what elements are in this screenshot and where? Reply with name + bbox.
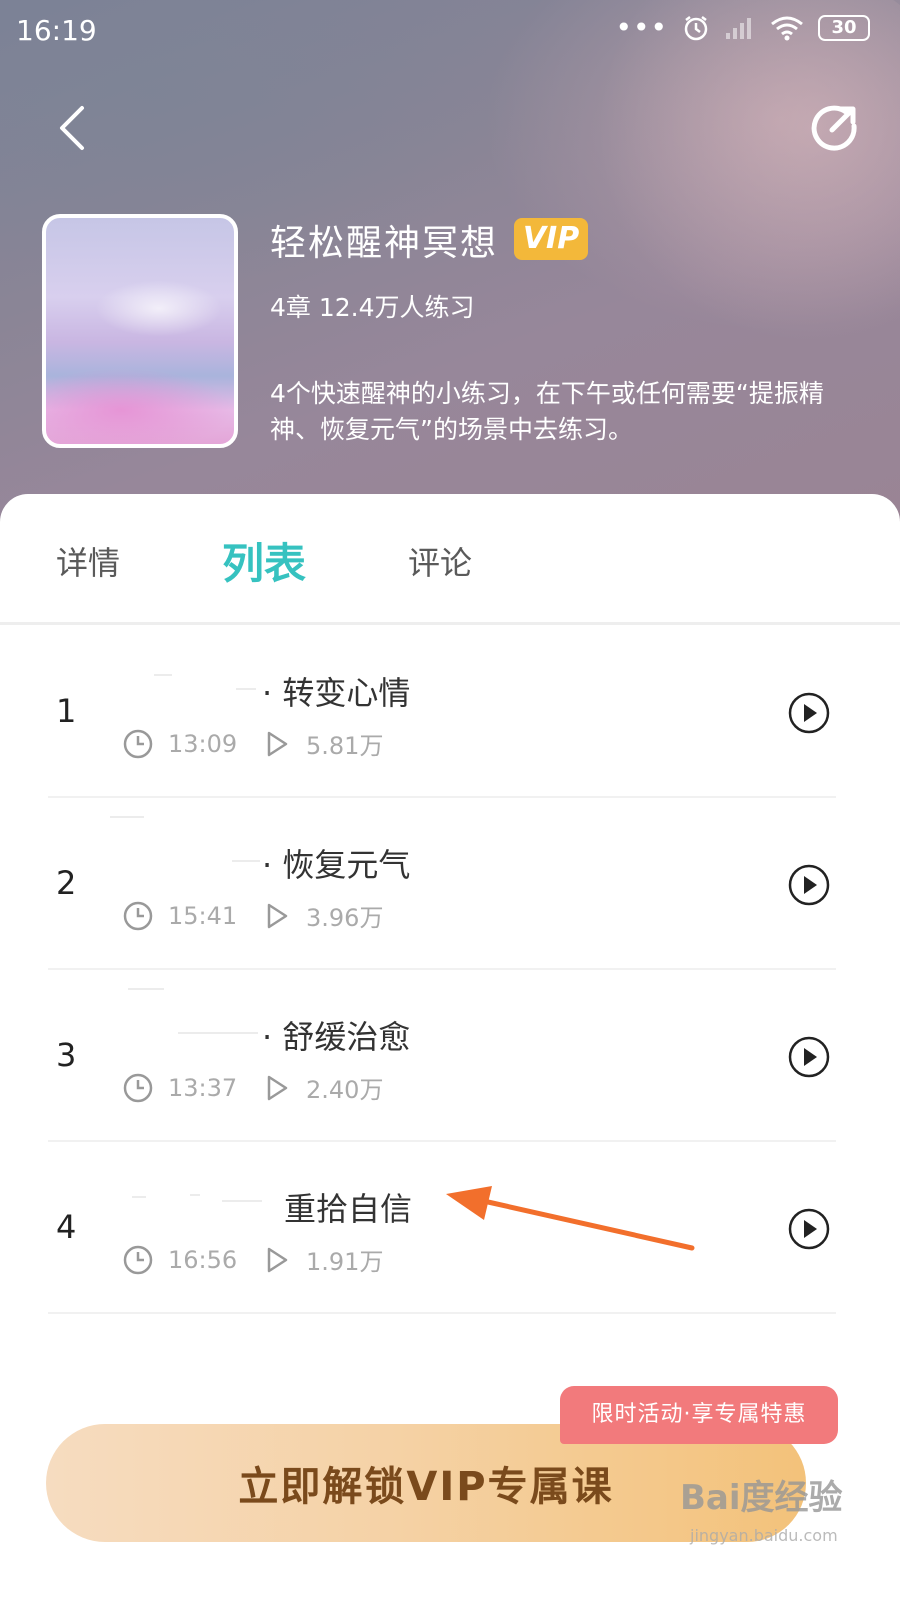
watermark-logo: Bai度经验	[680, 1478, 843, 1518]
blurred-title-fragment	[110, 816, 144, 818]
lesson-meta: 13:09 5.81万	[122, 726, 383, 761]
course-meta: 4章 12.4万人练习	[270, 293, 475, 322]
lesson-plays: 2.40万	[306, 1076, 384, 1104]
lesson-number: 1	[56, 692, 77, 730]
play-button-icon[interactable]	[788, 1208, 830, 1250]
lesson-plays: 1.91万	[306, 1248, 384, 1276]
promo-tag: 限时活动·享专属特惠	[560, 1386, 838, 1444]
play-button-icon[interactable]	[788, 692, 830, 734]
tab-comments[interactable]: 评论	[408, 538, 472, 584]
blurred-title-fragment	[236, 688, 256, 690]
lesson-number: 2	[56, 864, 77, 902]
back-button[interactable]	[46, 100, 106, 160]
more-dots-icon: •••	[615, 11, 668, 44]
lesson-meta: 13:37 2.40万	[122, 1070, 383, 1105]
watermark-url: jingyan.baidu.com	[690, 1526, 838, 1545]
wifi-icon	[771, 16, 803, 41]
tab-list[interactable]: 列表	[222, 530, 306, 591]
lesson-number: 3	[56, 1036, 77, 1074]
lesson-duration: 13:37	[168, 1073, 238, 1102]
lesson-plays: 3.96万	[306, 904, 384, 932]
play-count-icon	[267, 903, 288, 928]
alarm-icon	[684, 16, 708, 41]
clock-icon	[123, 1245, 153, 1274]
lesson-number: 4	[56, 1208, 77, 1246]
status-icons: ••• 30	[615, 14, 870, 42]
signal-icon	[726, 18, 751, 39]
blurred-title-fragment	[232, 860, 260, 862]
course-title: 轻松醒神冥想	[270, 223, 499, 264]
battery-icon: 30	[818, 15, 870, 41]
blurred-title-fragment	[222, 1200, 262, 1202]
blurred-title-fragment	[190, 1194, 200, 1196]
lesson-duration: 16:56	[168, 1245, 238, 1274]
lesson-title: · 舒缓治愈	[262, 1018, 411, 1056]
lesson-title: 重拾自信	[284, 1190, 413, 1228]
status-time: 16:19	[16, 14, 97, 47]
tab-divider	[0, 622, 900, 625]
lesson-meta: 15:41 3.96万	[122, 898, 383, 933]
play-button-icon[interactable]	[788, 1036, 830, 1078]
lesson-plays: 5.81万	[306, 732, 384, 760]
blurred-title-fragment	[178, 1032, 258, 1034]
clock-icon	[123, 729, 153, 758]
course-description: 4个快速醒神的小练习，在下午或任何需要“提振精神、恢复元气”的场景中去练习。	[270, 379, 824, 444]
play-button-icon[interactable]	[788, 864, 830, 906]
lesson-duration: 13:09	[168, 729, 238, 758]
lesson-duration: 15:41	[168, 901, 238, 930]
clock-icon	[123, 901, 153, 930]
lesson-row[interactable]: 1 · 转变心情 13:09 5.81万	[0, 626, 900, 798]
blurred-title-fragment	[154, 674, 172, 676]
lesson-meta: 16:56 1.91万	[122, 1242, 383, 1277]
lesson-row[interactable]: 3 · 舒缓治愈 13:37 2.40万	[0, 970, 900, 1142]
blurred-title-fragment	[132, 1196, 146, 1198]
play-count-icon	[267, 731, 288, 756]
blurred-title-fragment	[128, 988, 164, 990]
course-cover-image	[42, 214, 238, 448]
tab-details[interactable]: 详情	[56, 538, 120, 584]
lesson-title: · 恢复元气	[262, 846, 411, 884]
annotation-arrow-icon	[446, 1186, 695, 1251]
share-button[interactable]	[806, 100, 866, 160]
vip-badge: VIP	[514, 218, 588, 260]
share-icon	[811, 105, 857, 151]
clock-icon	[123, 1073, 153, 1102]
play-count-icon	[267, 1075, 288, 1100]
row-divider	[48, 1312, 836, 1314]
play-count-icon	[267, 1247, 288, 1272]
chevron-left-icon	[60, 106, 84, 150]
lesson-title: · 转变心情	[262, 674, 411, 712]
status-bar: 16:19 ••• 30	[0, 0, 900, 62]
lesson-row[interactable]: 2 · 恢复元气 15:41 3.96万	[0, 798, 900, 970]
